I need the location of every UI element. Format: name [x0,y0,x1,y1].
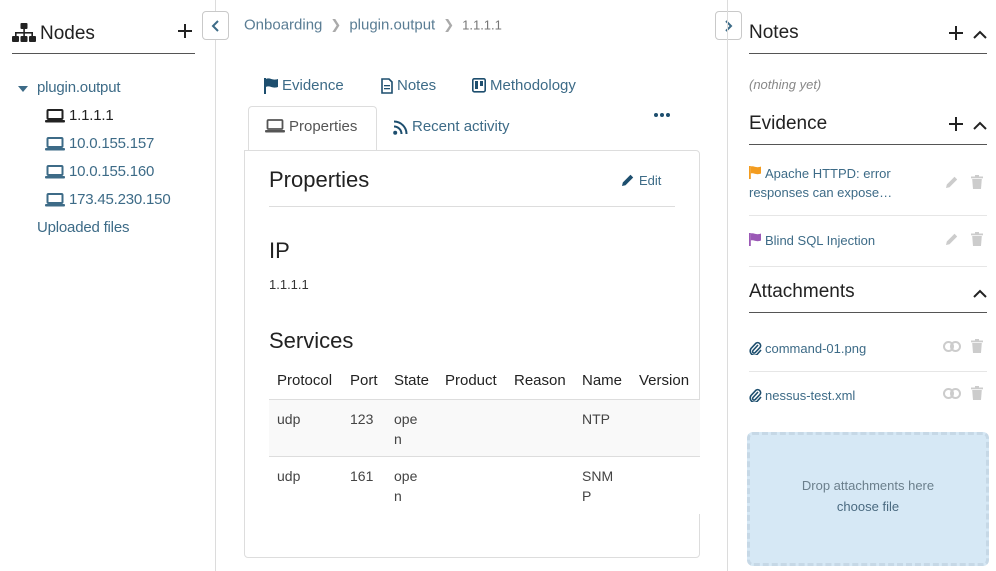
cell-protocol: udp [277,468,301,484]
ip-heading: IP [269,238,290,263]
attachment-item[interactable]: nessus-test.xml [749,386,987,420]
breadcrumb-separator-icon: ❯ [443,17,455,33]
evidence-item[interactable]: Blind SQL Injection [749,231,987,267]
cell-name: SNM [582,468,614,484]
dropzone-text: Drop attachments here [801,478,935,493]
tab-properties[interactable]: Properties [248,106,377,151]
notes-section-header: Notes [749,20,987,54]
breadcrumb-separator-icon: ❯ [330,17,342,33]
evidence-title: Evidence [749,113,828,134]
cell-state-wrap: n [394,431,402,447]
column-header-protocol[interactable]: Protocol [277,372,332,389]
cell-state: ope [394,468,418,484]
pencil-icon[interactable] [945,232,959,246]
cell-name-wrap: P [582,488,592,504]
add-evidence-icon[interactable] [949,117,963,131]
column-header-version[interactable]: Version [639,372,689,389]
trash-icon[interactable] [971,175,983,189]
column-header-port[interactable]: Port [350,372,378,389]
caret-down-icon[interactable] [18,84,28,94]
properties-title: Properties [269,167,370,192]
more-options-icon[interactable] [654,113,670,117]
attachment-item[interactable]: command-01.png [749,339,987,372]
column-header-reason[interactable]: Reason [514,372,566,389]
cell-protocol: udp [277,411,301,427]
services-heading: Services [269,328,354,353]
notes-title: Notes [749,22,799,43]
trash-icon[interactable] [971,339,983,353]
notes-empty-text: (nothing yet) [749,77,822,92]
chevron-up-icon[interactable] [973,289,987,298]
breadcrumb-current: 1.1.1.1 [462,17,502,33]
ip-value: 1.1.1.1 [269,277,309,292]
choose-file-link[interactable]: choose file [750,499,986,514]
file-text-icon [381,78,393,94]
evidence-title-text: Apache HTTPD: error responses can expose… [749,166,893,200]
pencil-icon[interactable] [945,175,959,189]
chevron-left-icon [211,20,219,32]
chevron-up-icon[interactable] [973,30,987,39]
column-header-product[interactable]: Product [445,372,497,389]
breadcrumb-onboarding[interactable]: Onboarding [244,17,322,34]
cell-state-wrap: n [394,488,402,504]
table-row: udp 123 ope n NTP [269,399,700,456]
cell-port: 161 [350,468,374,484]
table-row: udp 161 ope n SNM P [269,456,700,514]
attachment-dropzone[interactable]: Drop attachments here choose file [747,432,989,566]
trello-board-icon [472,78,486,93]
cell-state: ope [394,411,418,427]
rss-icon [393,120,408,135]
nodes-header: Nodes [12,20,195,54]
attachments-title: Attachments [749,281,855,302]
trash-icon[interactable] [971,232,983,246]
link-icon[interactable] [943,340,961,353]
laptop-icon [45,165,65,179]
flag-icon [264,78,278,94]
nodes-title: Nodes [40,23,95,44]
pencil-icon [622,174,634,186]
breadcrumb-plugin-output[interactable]: plugin.output [349,17,435,34]
attachments-section-header: Attachments [749,279,987,313]
column-header-name[interactable]: Name [582,372,622,389]
evidence-title-text: Blind SQL Injection [765,233,876,248]
add-node-icon[interactable] [178,24,192,38]
attachment-name: nessus-test.xml [765,388,856,403]
chevron-up-icon[interactable] [973,121,987,130]
sitemap-icon [12,23,36,42]
cell-name: NTP [582,411,610,427]
column-header-state[interactable]: State [394,372,429,389]
laptop-icon [45,193,65,207]
laptop-icon [45,109,65,123]
add-note-icon[interactable] [949,26,963,40]
attachment-name: command-01.png [765,341,867,356]
link-icon[interactable] [943,387,961,400]
breadcrumb: Onboarding ❯ plugin.output ❯ 1.1.1.1 [244,16,502,34]
cell-port: 123 [350,411,374,427]
laptop-icon [265,119,285,133]
evidence-item[interactable]: Apache HTTPD: error responses can expose… [749,164,987,216]
collapse-left-sidebar-button[interactable] [202,11,229,40]
trash-icon[interactable] [971,386,983,400]
laptop-icon [45,137,65,151]
evidence-section-header: Evidence [749,111,987,145]
nodes-sidebar: Nodes plugin.output 1.1.1.1 10.0.155.157… [0,0,216,571]
divider [269,206,675,207]
